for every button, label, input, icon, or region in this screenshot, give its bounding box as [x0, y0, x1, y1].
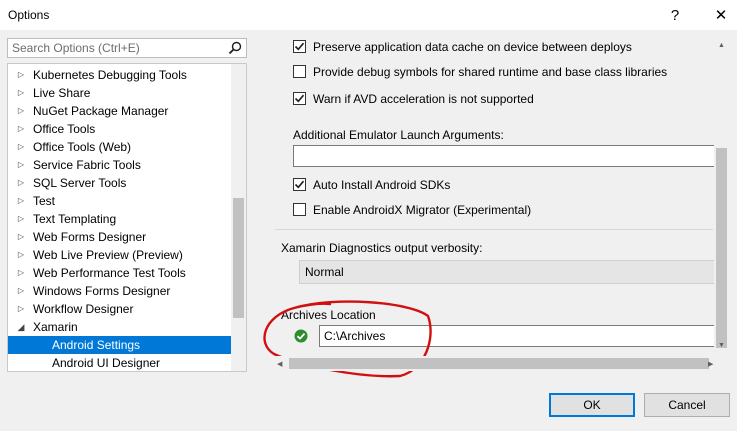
search-box[interactable]	[7, 38, 247, 58]
scroll-down-arrow-icon[interactable]: ▼	[718, 342, 725, 349]
diagnostics-label: Xamarin Diagnostics output verbosity:	[281, 241, 483, 255]
expand-arrow-icon[interactable]: ▷	[16, 174, 26, 192]
tree-item-label: SQL Server Tools	[33, 176, 127, 190]
scroll-up-arrow-icon[interactable]: ▲	[718, 42, 725, 49]
expand-arrow-icon[interactable]: ▷	[16, 102, 26, 120]
tree-item-live-share[interactable]: ▷ Live Share	[8, 84, 231, 102]
tree-item-test[interactable]: ▷ Test	[8, 192, 231, 210]
tree-item-kubernetes[interactable]: ▷ Kubernetes Debugging Tools	[8, 66, 231, 84]
expand-arrow-icon[interactable]: ▷	[16, 66, 26, 84]
tree-item-workflow-designer[interactable]: ▷ Workflow Designer	[8, 300, 231, 318]
expand-arrow-icon[interactable]: ▷	[16, 156, 26, 174]
title-bar	[0, 0, 737, 30]
tree-item-label: Android UI Designer	[52, 356, 161, 370]
tree-item-android-settings[interactable]: Android Settings	[8, 336, 231, 354]
expand-arrow-icon[interactable]: ▷	[16, 192, 26, 210]
tree-item-label: Kubernetes Debugging Tools	[33, 68, 187, 82]
tree-item-label: Workflow Designer	[33, 302, 134, 316]
tree-item-label: Android Settings	[52, 338, 141, 352]
tree-item-office-tools-web[interactable]: ▷ Office Tools (Web)	[8, 138, 231, 156]
tree-item-label: Text Templating	[33, 212, 117, 226]
tree-item-label: Test	[33, 194, 56, 208]
scroll-left-arrow-icon[interactable]: ◀	[277, 360, 282, 368]
tree-scrollbar-thumb[interactable]	[233, 198, 244, 318]
expand-arrow-icon[interactable]: ▷	[16, 300, 26, 318]
tree-item-label: Office Tools	[33, 122, 96, 136]
tree-item-label: Office Tools (Web)	[33, 140, 132, 154]
options-tree[interactable]: ▷ Kubernetes Debugging Tools ▷ Live Share …	[7, 63, 247, 372]
settings-horizontal-scrollbar-thumb[interactable]	[289, 358, 709, 369]
tree-item-office-tools[interactable]: ▷ Office Tools	[8, 120, 231, 138]
tree-item-xamarin[interactable]: ◢ Xamarin	[8, 318, 231, 336]
tree-item-web-performance[interactable]: ▷ Web Performance Test Tools	[8, 264, 231, 282]
expand-arrow-icon[interactable]: ▷	[16, 228, 26, 246]
tree-item-windows-forms[interactable]: ▷ Windows Forms Designer	[8, 282, 231, 300]
tree-item-label: Web Forms Designer	[33, 230, 147, 244]
search-input[interactable]	[8, 39, 222, 57]
tree-item-sql-server[interactable]: ▷ SQL Server Tools	[8, 174, 231, 192]
cancel-button[interactable]: Cancel	[644, 393, 730, 417]
tree-item-label: Web Performance Test Tools	[33, 266, 186, 280]
close-button[interactable]: ✕	[698, 0, 737, 30]
expand-arrow-icon[interactable]: ▷	[16, 282, 26, 300]
expand-arrow-icon[interactable]: ▷	[16, 210, 26, 228]
window-title: Options	[8, 8, 50, 22]
tree-item-label: Web Live Preview (Preview)	[33, 248, 183, 262]
settings-group	[275, 32, 713, 230]
scroll-right-arrow-icon[interactable]: ▶	[708, 360, 713, 368]
ok-button[interactable]: OK	[549, 393, 635, 417]
search-icon[interactable]	[228, 41, 242, 55]
tree-item-web-live-preview[interactable]: ▷ Web Live Preview (Preview)	[8, 246, 231, 264]
tree-item-label: Live Share	[33, 86, 91, 100]
tree-item-service-fabric[interactable]: ▷ Service Fabric Tools	[8, 156, 231, 174]
expand-arrow-icon[interactable]: ▷	[16, 246, 26, 264]
collapse-arrow-icon[interactable]: ◢	[16, 318, 26, 336]
tree-item-label: Windows Forms Designer	[33, 284, 171, 298]
diagnostics-dropdown[interactable]: Normal	[299, 260, 715, 284]
tree-item-nuget[interactable]: ▷ NuGet Package Manager	[8, 102, 231, 120]
settings-vertical-scrollbar-thumb[interactable]	[716, 148, 727, 348]
expand-arrow-icon[interactable]: ▷	[16, 138, 26, 156]
help-button[interactable]: ?	[652, 0, 698, 30]
tree-item-label: Xamarin	[33, 320, 78, 334]
expand-arrow-icon[interactable]: ▷	[16, 120, 26, 138]
expand-arrow-icon[interactable]: ▷	[16, 84, 26, 102]
tree-item-android-ui-designer[interactable]: Android UI Designer	[8, 354, 231, 371]
expand-arrow-icon[interactable]: ▷	[16, 264, 26, 282]
tree-item-web-forms[interactable]: ▷ Web Forms Designer	[8, 228, 231, 246]
tree-item-label: NuGet Package Manager	[33, 104, 169, 118]
tree-item-label: Service Fabric Tools	[33, 158, 141, 172]
tree-item-text-templating[interactable]: ▷ Text Templating	[8, 210, 231, 228]
